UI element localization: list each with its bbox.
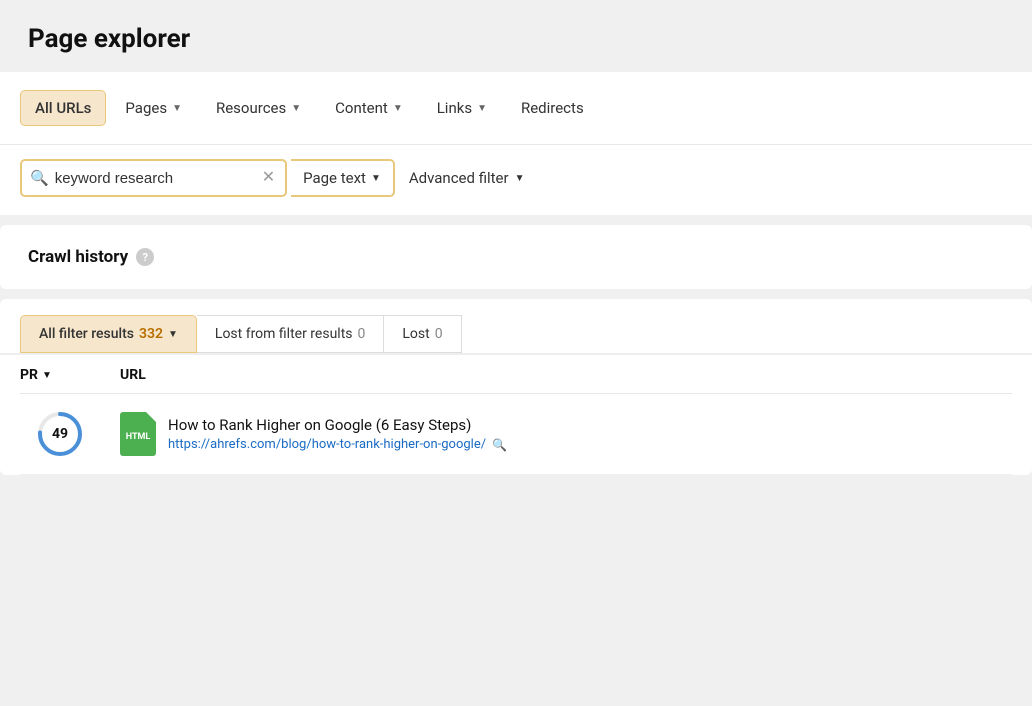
col-pr-header[interactable]: PR ▼ <box>20 367 100 383</box>
page-title-section: Page explorer <box>0 0 1032 72</box>
chevron-down-icon: ▼ <box>515 173 525 184</box>
col-url-header: URL <box>120 367 1012 383</box>
search-icon: 🔍 <box>30 169 49 187</box>
url-link-row: https://ahrefs.com/blog/how-to-rank-high… <box>168 437 507 452</box>
filter-row: 🔍 ✕ Page text ▼ Advanced filter ▼ <box>0 145 1032 215</box>
url-info: How to Rank Higher on Google (6 Easy Ste… <box>168 416 507 452</box>
page-text-label: Page text <box>303 169 366 187</box>
clear-search-button[interactable]: ✕ <box>260 170 277 186</box>
result-tab-all-count: 332 <box>139 326 163 342</box>
search-input[interactable] <box>55 170 254 187</box>
pr-circle-wrapper: 49 <box>20 408 100 460</box>
tab-resources-label: Resources <box>216 99 286 117</box>
tab-resources[interactable]: Resources ▼ <box>201 90 316 126</box>
result-tab-lost-count: 0 <box>435 326 443 342</box>
tab-links[interactable]: Links ▼ <box>422 90 502 126</box>
search-url-icon[interactable]: 🔍 <box>492 438 507 452</box>
sort-icon: ▼ <box>42 370 52 381</box>
tab-redirects-label: Redirects <box>521 99 584 117</box>
tabs-row: All URLs Pages ▼ Resources ▼ Content ▼ L… <box>20 90 1012 126</box>
row-content: HTML How to Rank Higher on Google (6 Eas… <box>120 412 1012 456</box>
table-row: 49 HTML How to Rank Higher on Google (6 … <box>20 394 1012 475</box>
table-header: PR ▼ URL <box>20 355 1012 394</box>
tab-content-label: Content <box>335 99 388 117</box>
result-tab-all[interactable]: All filter results 332 ▼ <box>20 315 197 353</box>
table-section: PR ▼ URL 49 <box>0 353 1032 475</box>
crawl-history-card: Crawl history ? <box>0 225 1032 289</box>
page-title: Page explorer <box>28 24 1004 54</box>
tab-pages[interactable]: Pages ▼ <box>110 90 197 126</box>
results-tabs-row: All filter results 332 ▼ Lost from filte… <box>0 299 1032 353</box>
top-section: All URLs Pages ▼ Resources ▼ Content ▼ L… <box>0 72 1032 215</box>
result-tab-all-label: All filter results <box>39 326 134 342</box>
col-pr-label: PR <box>20 367 38 383</box>
col-url-label: URL <box>120 367 146 383</box>
pr-circle: 49 <box>34 408 86 460</box>
advanced-filter-label: Advanced filter <box>409 169 509 187</box>
crawl-history-title: Crawl history ? <box>28 247 1004 267</box>
result-tab-lost-from-filter[interactable]: Lost from filter results 0 <box>197 315 384 353</box>
crawl-history-label: Crawl history <box>28 247 128 267</box>
tab-content[interactable]: Content ▼ <box>320 90 418 126</box>
result-tab-lost-from-filter-count: 0 <box>358 326 366 342</box>
tab-redirects[interactable]: Redirects <box>506 90 599 126</box>
result-tab-lost[interactable]: Lost 0 <box>384 315 461 353</box>
url-link[interactable]: https://ahrefs.com/blog/how-to-rank-high… <box>168 437 486 452</box>
chevron-down-icon: ▼ <box>291 103 301 114</box>
chevron-down-icon: ▼ <box>371 173 381 184</box>
file-type-icon: HTML <box>120 412 156 456</box>
tab-all-urls-label: All URLs <box>35 99 91 117</box>
search-group: 🔍 ✕ <box>20 159 287 197</box>
tab-links-label: Links <box>437 99 472 117</box>
chevron-down-icon: ▼ <box>477 103 487 114</box>
tabs-card: All URLs Pages ▼ Resources ▼ Content ▼ L… <box>0 72 1032 145</box>
results-card: All filter results 332 ▼ Lost from filte… <box>0 299 1032 475</box>
result-tab-lost-from-filter-label: Lost from filter results <box>215 326 353 342</box>
chevron-down-icon: ▼ <box>393 103 403 114</box>
pr-value: 49 <box>52 426 68 442</box>
tab-all-urls[interactable]: All URLs <box>20 90 106 126</box>
url-title: How to Rank Higher on Google (6 Easy Ste… <box>168 416 507 434</box>
help-icon[interactable]: ? <box>136 248 154 266</box>
chevron-down-icon: ▼ <box>172 103 182 114</box>
advanced-filter-button[interactable]: Advanced filter ▼ <box>401 159 533 197</box>
result-tab-lost-label: Lost <box>402 326 429 342</box>
html-label: HTML <box>126 432 151 442</box>
page-text-dropdown[interactable]: Page text ▼ <box>291 159 395 197</box>
chevron-down-icon: ▼ <box>168 329 178 340</box>
tab-pages-label: Pages <box>125 99 167 117</box>
